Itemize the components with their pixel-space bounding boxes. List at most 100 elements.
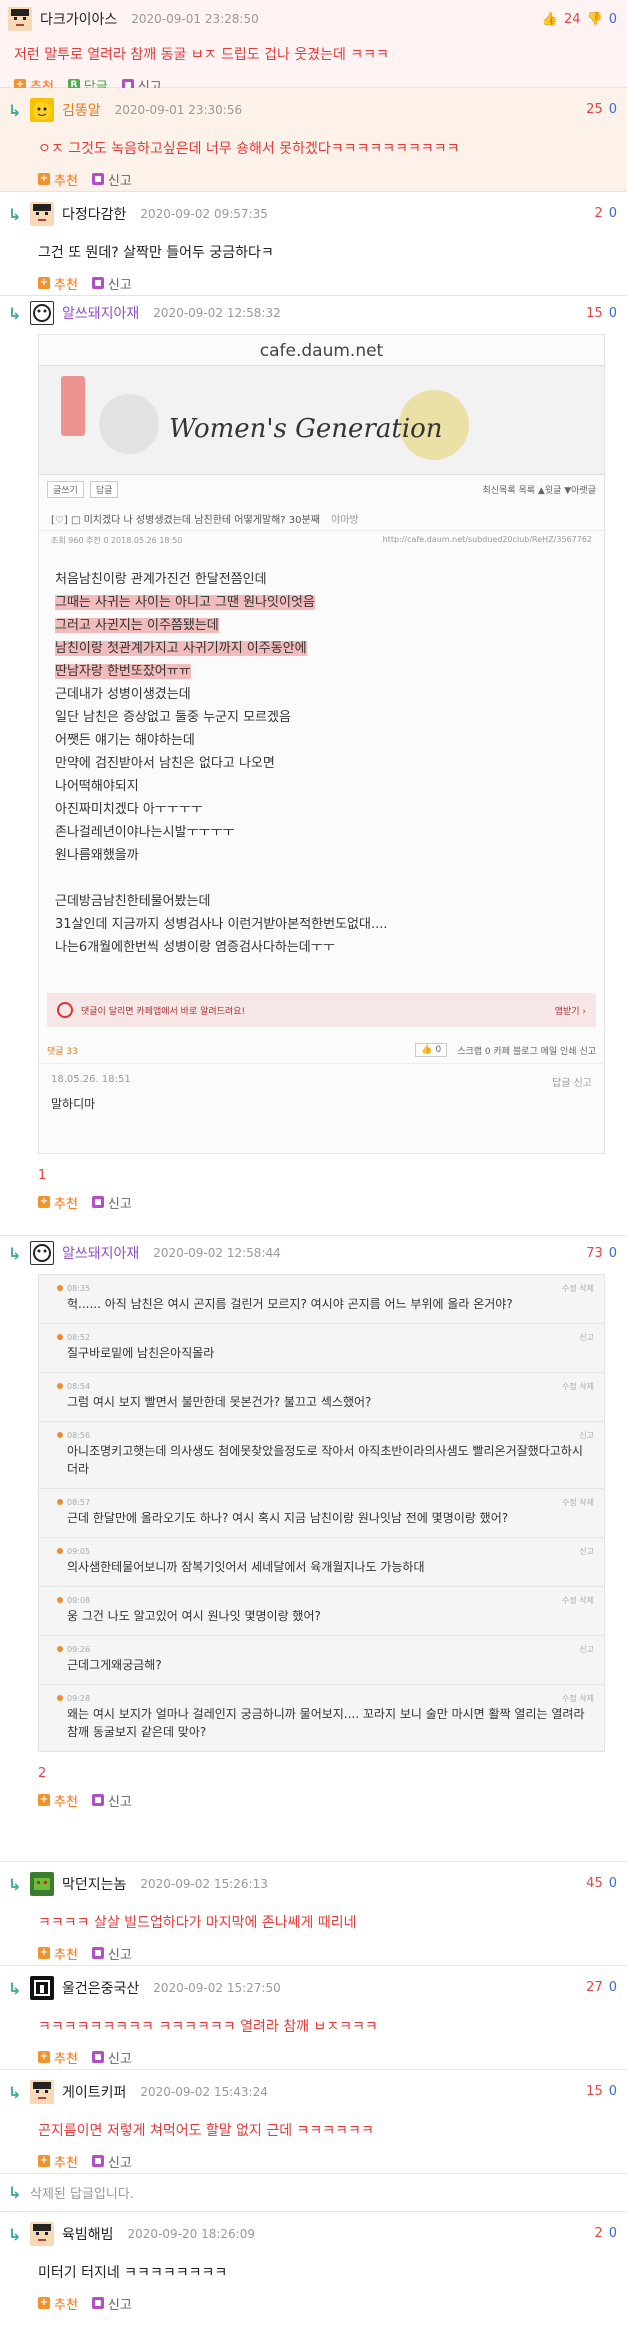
post-toolbar: 글쓰기 답글 최신목록 목록 ▲윗글 ▼아랫글	[39, 475, 604, 503]
post-line: 나어떡해야되지	[55, 779, 139, 794]
comment-list: 다크가이아스 2020-09-01 23:28:50 👍 24 👎 0 저런 말…	[0, 0, 627, 2338]
dot-icon	[57, 1499, 63, 1505]
upvote-count: 27	[586, 1980, 603, 1995]
avatar[interactable]	[30, 98, 54, 122]
comment-item: ↳ 알쓰돼지아재 2020-09-02 12:58:44 73 0 08:35 수…	[0, 1236, 627, 1862]
nickname[interactable]: 다크가이아스	[40, 9, 117, 29]
deleted-reply-text: 삭제된 답글입니다.	[30, 2187, 134, 2202]
recommend-button[interactable]: + 추천	[38, 170, 78, 189]
inner-reply-text: 말하디마	[51, 1097, 96, 1111]
avatar[interactable]	[30, 1976, 54, 2000]
report-button[interactable]: 신고	[91, 2048, 132, 2067]
reply-arrow-icon: ↳	[8, 303, 22, 323]
plus-icon: +	[38, 1794, 50, 1806]
inner-reply: 18.05.26. 18:51 답글 신고 말하디마	[39, 1063, 604, 1122]
report-button[interactable]: 신고	[91, 2152, 132, 2171]
post-line: 아진짜미치겠다 아ㅜㅜㅜㅜ	[55, 802, 203, 817]
post-body: 처음남친이랑 관계가진건 한달전쯤인데 그때는 사귀는 사이는 아니고 그땐 원…	[39, 550, 604, 965]
nickname[interactable]: 김똥알	[62, 100, 101, 120]
post-title: [♡] □ 미치겠다 나 성병생겼는데 남친한테 어떻게말해? 30분째 야마방	[39, 503, 604, 531]
thread-item: 08:52 신고 질구바로밑에 남친은아직몰라	[39, 1324, 604, 1373]
downvote-count: 0	[608, 2084, 617, 2099]
nickname[interactable]: 막던지는놈	[62, 1874, 126, 1894]
plus-icon: +	[38, 2051, 50, 2063]
write-button[interactable]: 글쓰기	[47, 480, 84, 498]
report-button[interactable]: 신고	[91, 170, 132, 189]
recommend-button[interactable]: + 추천	[38, 1193, 78, 1212]
comment-text: 그건 또 뭔데? 살짝만 들어두 궁금하다ㅋ	[38, 245, 274, 261]
downvote-count: 0	[608, 306, 617, 321]
dot-icon	[57, 1597, 63, 1603]
dot-icon	[57, 1548, 63, 1554]
post-author[interactable]: 야마방	[331, 515, 359, 526]
recommend-button[interactable]: + 추천	[38, 274, 78, 293]
alert-icon	[57, 1002, 73, 1018]
report-button[interactable]: 신고	[91, 1193, 132, 1212]
report-button[interactable]: 신고	[91, 1944, 132, 1963]
upvote-count: 15	[586, 306, 603, 321]
plus-icon: +	[38, 173, 50, 185]
downvote-count: 0	[608, 2226, 617, 2241]
dot-icon	[57, 1695, 63, 1701]
avatar[interactable]	[30, 2080, 54, 2104]
embedded-screenshot: cafe.daum.net Women's Generation 글쓰기 답글 …	[38, 334, 605, 1154]
avatar[interactable]	[30, 202, 54, 226]
timestamp: 2020-09-20 18:26:09	[127, 2227, 255, 2241]
cafe-banner: Women's Generation	[39, 365, 604, 475]
inner-reply-actions[interactable]: 답글 신고	[552, 1074, 592, 1089]
site-url: cafe.daum.net	[259, 341, 384, 361]
reply-count[interactable]: 댓글 33	[47, 1044, 78, 1057]
recommend-button[interactable]: + 추천	[38, 2294, 78, 2313]
app-download-link[interactable]: 앱받기 ›	[555, 1004, 586, 1017]
nickname[interactable]: 다정다감한	[62, 204, 126, 224]
share-items[interactable]: 스크랩 0 카페 블로그 메일 인쇄 신고	[457, 1044, 596, 1057]
nickname[interactable]: 알쓰돼지아재	[62, 1243, 139, 1263]
reply-post-button[interactable]: 답글	[89, 480, 119, 498]
comment-item: ↳ 게이트키퍼 2020-09-02 15:43:24 15 0 곤지름이면 저…	[0, 2070, 627, 2174]
avatar[interactable]	[30, 2222, 54, 2246]
post-url: http://cafe.daum.net/subdued20club/ReHZ/…	[382, 535, 592, 544]
recommend-button[interactable]: + 추천	[38, 2048, 78, 2067]
avatar[interactable]	[30, 301, 54, 325]
nickname[interactable]: 알쓰돼지아재	[62, 303, 139, 323]
nickname[interactable]: 울건은중국산	[62, 1978, 139, 1998]
plus-icon: +	[38, 2155, 50, 2167]
thumbs-down-icon[interactable]: 👎	[587, 12, 603, 27]
post-line: 일단 남친은 증상없고 둘중 누군지 모르겠음	[55, 710, 291, 725]
recommend-button[interactable]: + 추천	[38, 2152, 78, 2171]
report-button[interactable]: 신고	[91, 274, 132, 293]
avatar[interactable]	[30, 1241, 54, 1265]
reply-arrow-icon: ↳	[8, 1243, 22, 1263]
comment-text: ㅋㅋㅋㅋ 살살 빌드업하다가 마지막에 존나쎄게 때리네	[38, 1915, 357, 1931]
thumbs-up-icon[interactable]: 👍	[542, 12, 558, 27]
avatar[interactable]	[8, 7, 32, 31]
app-notice: 댓글이 달리면 카페앱에서 바로 알려드려요! 앱받기 ›	[47, 993, 596, 1027]
avatar[interactable]	[30, 1872, 54, 1896]
image-count: 1	[38, 1168, 47, 1183]
dot-icon	[57, 1646, 63, 1652]
vote-counts: 25 0	[586, 102, 617, 117]
report-icon	[91, 1794, 104, 1806]
like-button[interactable]: 👍 0	[415, 1043, 448, 1057]
upvote-count: 25	[586, 102, 603, 117]
report-button[interactable]: 신고	[91, 1791, 132, 1810]
nickname[interactable]: 육빔해빔	[62, 2224, 114, 2244]
dot-icon	[57, 1334, 63, 1340]
nickname[interactable]: 게이트키퍼	[62, 2082, 126, 2102]
post-nav[interactable]: 최신목록 목록 ▲윗글 ▼아랫글	[482, 483, 596, 496]
post-line: 나는6개월에한번씩 성병이랑 염증검사다하는데ㅜㅜ	[55, 940, 335, 955]
report-icon	[91, 2155, 104, 2167]
report-button[interactable]: 신고	[91, 2294, 132, 2313]
recommend-button[interactable]: + 추천	[38, 1944, 78, 1963]
post-meta: 조회 960 추천 0 2018.05.26 18:50 http://cafe…	[51, 535, 592, 545]
timestamp: 2020-09-02 09:57:35	[140, 207, 268, 221]
report-icon	[91, 1196, 104, 1208]
plus-icon: +	[38, 1947, 50, 1959]
upvote-count: 73	[586, 1246, 603, 1261]
post-line: 남친이랑 첫관계가지고 사귀기까지 이주동안에	[55, 641, 307, 656]
upvote-count: 2	[594, 2226, 603, 2241]
vote-counts: 45 0	[586, 1876, 617, 1891]
recommend-button[interactable]: + 추천	[38, 1791, 78, 1810]
reply-arrow-icon: ↳	[8, 2183, 22, 2202]
post-line: 근데내가 성병이생겼는데	[55, 687, 191, 702]
